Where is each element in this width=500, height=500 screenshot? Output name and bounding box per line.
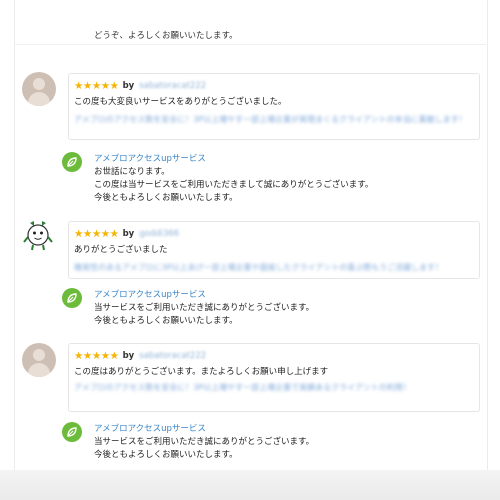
rating-line: ★★★★★ by goddi366: [74, 228, 179, 240]
by-label: by: [122, 81, 135, 91]
star-rating: ★★★★★: [74, 228, 119, 240]
reply-line: お世話になります。: [94, 167, 170, 177]
leaf-icon: [67, 427, 77, 437]
review-comment: この度も大変良いサービスをありがとうございました。: [74, 97, 287, 107]
reviewer-username[interactable]: goddi366: [139, 229, 179, 239]
mascot-avatar-icon: [23, 221, 53, 251]
blurred-service-title[interactable]: 確実性のあるアメブロに3P以上あげ一部上場企業や面接したクライアントの喜ぶ際もう…: [74, 262, 472, 272]
by-label: by: [122, 229, 135, 239]
reply-line: この度は当サービスをご利用いただきまして誠にありがとうございます。: [94, 180, 374, 190]
user-avatar[interactable]: [21, 219, 55, 253]
seller-icon[interactable]: [62, 288, 82, 308]
seller-icon[interactable]: [62, 422, 82, 442]
reply-line: 今後ともよろしくお願いいたします。: [94, 450, 238, 460]
review-card: ★★★★★ by goddi366 ありがとうございました 確実性のあるアメブロ…: [68, 221, 480, 279]
seller-name-link[interactable]: アメブロアクセスupサービス: [94, 422, 206, 434]
avatar-body: [28, 92, 50, 106]
avatar-head: [33, 349, 45, 361]
avatar-head: [33, 78, 45, 90]
leaf-icon: [67, 157, 77, 167]
reply-line: 今後ともよろしくお願いいたします。: [94, 316, 238, 326]
review-comment: ありがとうございました: [74, 245, 168, 255]
reviewer-username[interactable]: sabatoracat222: [139, 351, 206, 361]
reply-line: 今後ともよろしくお願いいたします。: [94, 193, 238, 203]
page-bottom-shade: [0, 470, 500, 500]
seller-icon[interactable]: [62, 152, 82, 172]
blurred-service-title[interactable]: アメブロのアクセス数を安全に！3P以上増やす一部上場企業が実現まくるクライアント…: [74, 114, 472, 124]
review-card: ★★★★★ by sabatoracat222 この度はありがとうございます。ま…: [68, 343, 480, 412]
blurred-service-title[interactable]: アメブロのアクセス数を安全に！3P以上増やす一部上場企業で実績あるクライアントの…: [74, 382, 472, 392]
seller-name-link[interactable]: アメブロアクセスupサービス: [94, 288, 206, 300]
by-label: by: [122, 351, 135, 361]
rating-line: ★★★★★ by sabatoracat222: [74, 80, 206, 92]
star-rating: ★★★★★: [74, 350, 119, 362]
review-comment: この度はありがとうございます。またよろしくお願い申し上げます: [74, 367, 329, 377]
user-avatar[interactable]: [22, 343, 56, 377]
rating-line: ★★★★★ by sabatoracat222: [74, 350, 206, 362]
user-avatar[interactable]: [22, 72, 56, 106]
reply-line: 当サービスをご利用いただき誠にありがとうございます。: [94, 437, 315, 447]
avatar-body: [28, 363, 50, 377]
leaf-icon: [67, 293, 77, 303]
reviewer-username[interactable]: sabatoracat222: [139, 81, 206, 91]
divider: [14, 44, 486, 45]
star-rating: ★★★★★: [74, 80, 119, 92]
review-card: ★★★★★ by sabatoracat222 この度も大変良いサービスをありが…: [68, 73, 480, 140]
reply-line: 当サービスをご利用いただき誠にありがとうございます。: [94, 303, 315, 313]
previous-reply-text: どうぞ、よろしくお願いいたします。: [94, 31, 238, 41]
seller-name-link[interactable]: アメブロアクセスupサービス: [94, 152, 206, 164]
